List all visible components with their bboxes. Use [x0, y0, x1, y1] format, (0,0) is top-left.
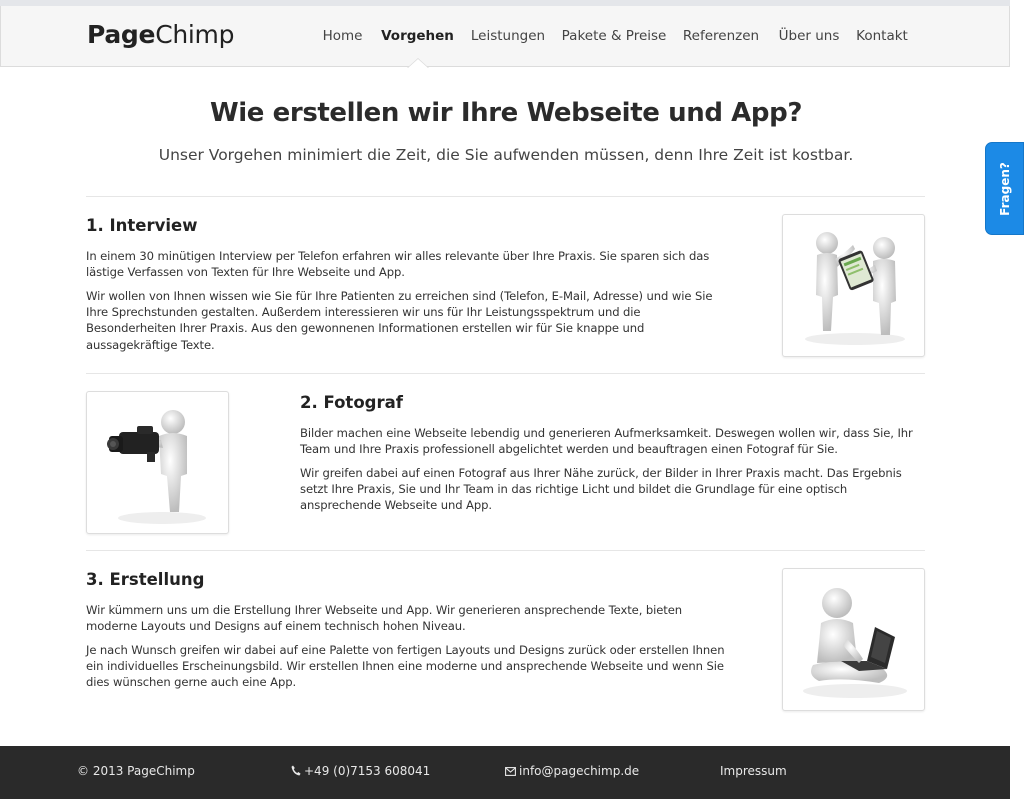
- brand-logo[interactable]: PageChimp: [87, 20, 234, 49]
- nav-home[interactable]: Home: [311, 6, 374, 66]
- section-interview-paragraph-1: In einem 30 minütigen Interview per Tele…: [86, 249, 710, 280]
- phone-icon: [291, 765, 301, 776]
- page-title: Wie erstellen wir Ihre Webseite und App?: [209, 98, 803, 128]
- photographer-illustration: [86, 391, 229, 534]
- brand-bold: Page: [87, 20, 156, 49]
- divider: [86, 373, 925, 374]
- nav-kontakt[interactable]: Kontakt: [849, 6, 915, 66]
- feedback-tab-label: Fragen?: [997, 161, 1012, 216]
- footer-email-address: info@pagechimp.de: [519, 764, 640, 778]
- section-interview-paragraph-2: Wir wollen von Ihnen wissen wie Sie für …: [86, 289, 713, 352]
- section-creation-paragraph-2: Je nach Wunsch greifen wir dabei auf ein…: [86, 643, 725, 690]
- page-subtitle: Unser Vorgehen minimiert die Zeit, die S…: [158, 146, 854, 164]
- nav-pakete-preise[interactable]: Pakete & Preise: [555, 6, 673, 66]
- footer-copyright: © 2013 PageChimp: [77, 764, 195, 778]
- navbar: PageChimp Home Vorgehen Leistungen Paket…: [0, 6, 1010, 68]
- feedback-tab[interactable]: Fragen?: [985, 142, 1024, 235]
- section-creation-paragraph-1: Wir kümmern uns um die Erstellung Ihrer …: [86, 603, 683, 634]
- footer-imprint-link[interactable]: Impressum: [720, 764, 787, 778]
- section-photographer-paragraph-1: Bilder machen eine Webseite lebendig und…: [300, 426, 913, 457]
- section-photographer-title: 2. Fotograf: [300, 393, 403, 412]
- brand-light: Chimp: [155, 20, 235, 49]
- laptop-illustration: [782, 568, 925, 711]
- divider: [86, 550, 925, 551]
- nav-vorgehen[interactable]: Vorgehen: [374, 6, 461, 66]
- footer-email[interactable]: info@pagechimp.de: [505, 764, 639, 778]
- section-photographer-paragraph-2: Wir greifen dabei auf einen Fotograf aus…: [300, 466, 902, 513]
- interview-illustration: [782, 214, 925, 357]
- footer-phone[interactable]: +49 (0)7153 608041: [291, 764, 430, 778]
- envelope-icon: [505, 767, 516, 776]
- nav-ueber-uns[interactable]: Über uns: [769, 6, 849, 66]
- footer-phone-number: +49 (0)7153 608041: [304, 764, 431, 778]
- nav-referenzen[interactable]: Referenzen: [673, 6, 769, 66]
- section-interview-title: 1. Interview: [86, 216, 198, 235]
- nav-leistungen[interactable]: Leistungen: [461, 6, 555, 66]
- divider: [86, 196, 925, 197]
- main-nav: Home Vorgehen Leistungen Pakete & Preise…: [311, 6, 915, 66]
- active-caret: [408, 59, 428, 68]
- section-creation-title: 3. Erstellung: [86, 570, 205, 589]
- footer: © 2013 PageChimp +49 (0)7153 608041 info…: [0, 746, 1010, 799]
